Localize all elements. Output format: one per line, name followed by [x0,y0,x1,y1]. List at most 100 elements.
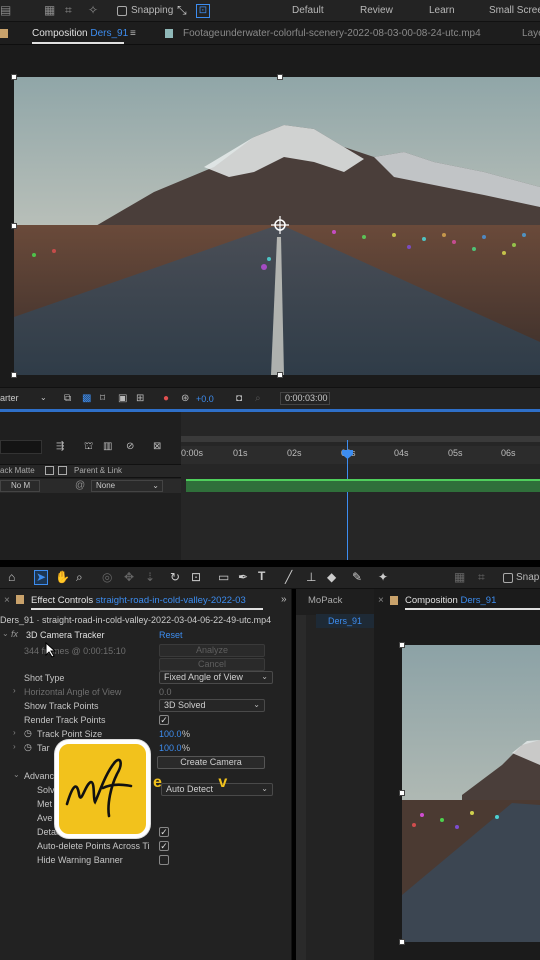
pan-tool-icon[interactable]: ✥ [124,571,134,583]
pick-whip-icon[interactable]: @ [75,480,85,492]
current-time-display[interactable]: 0:00:03:00 [280,392,330,405]
color-management-icon[interactable]: ⊛ [181,393,189,405]
stopwatch-icon[interactable]: ◷ [24,742,32,753]
tab-composition[interactable]: Composition Ders_91 [32,28,128,39]
detailed-analysis-checkbox[interactable]: ✓ [159,827,169,837]
twirl-closed-icon[interactable]: › [13,686,16,695]
layer-handle[interactable] [11,372,17,378]
tab-layers[interactable]: Laye [522,28,540,39]
exposure-value[interactable]: +0.0 [196,394,214,404]
tab-effect-controls[interactable]: Effect Controls straight-road-in-cold-va… [31,595,246,606]
cancel-button[interactable]: Cancel [159,658,265,671]
transparency-grid-icon[interactable]: ▩ [82,393,91,405]
effect-header-row[interactable]: ⌄ fx 3D Camera Tracker Reset [0,629,292,643]
motion-blur-icon[interactable]: ⊘ [126,441,134,453]
dolly-tool-icon[interactable]: ⇣ [145,571,155,583]
clone-stamp-tool-icon[interactable]: ⊥ [306,571,316,583]
twirl-closed-icon[interactable]: › [13,728,16,737]
stopwatch-icon[interactable]: ◷ [24,728,32,739]
graph-editor-icon[interactable]: ⊠ [153,441,161,453]
layer-handle[interactable] [11,74,17,80]
twirl-open-icon[interactable]: ⌄ [13,770,20,779]
hand-tool-icon[interactable]: ✋ [55,571,70,583]
roto-brush-tool-icon[interactable]: ✎ [352,571,362,583]
shot-type-row: Shot Type Fixed Angle of View ⌄ [0,671,292,686]
track-point-size-value[interactable]: 100.0 [159,729,182,739]
target-size-value[interactable]: 100.0 [159,743,182,753]
time-ruler[interactable]: 0:00s 01s 02s 03s 04s 05s 06s [181,446,540,464]
snapping-checkbox[interactable] [503,573,513,583]
render-track-points-checkbox[interactable]: ✓ [159,715,169,725]
composition-canvas[interactable] [14,77,540,375]
layer-handle[interactable] [399,790,405,796]
show-track-points-dropdown[interactable]: 3D Solved ⌄ [159,699,265,712]
layer-handle[interactable] [399,642,405,648]
grid-guides-icon[interactable]: ⊞ [136,393,144,405]
workspace-default[interactable]: Default [292,5,324,16]
frame-blending-icon[interactable]: ▥ [103,441,112,453]
tool-icon[interactable]: ▤ [0,4,11,16]
workspace-learn[interactable]: Learn [429,5,455,16]
show-snapshot-icon[interactable]: ⌕ [255,393,261,405]
reset-link[interactable]: Reset [159,630,183,640]
tab-menu-icon[interactable]: ≡ [130,28,136,39]
hide-warning-checkbox[interactable] [159,855,169,865]
snap-grid-icon[interactable]: ▦ [44,4,55,16]
layer-duration-bar[interactable] [186,479,540,492]
track-matte-dropdown[interactable]: No M [0,480,40,492]
analyze-button[interactable]: Analyze [159,644,265,657]
snapshot-camera-icon[interactable]: ◘ [236,393,242,405]
shot-type-dropdown[interactable]: Fixed Angle of View ⌄ [159,671,273,684]
parent-dropdown[interactable]: None ⌄ [91,480,163,492]
rectangle-tool-icon[interactable]: ▭ [218,571,229,583]
work-area-bar[interactable] [181,436,540,442]
mask-visibility-icon[interactable]: ⌑ [100,393,105,405]
layer-handle[interactable] [11,223,17,229]
panel-overflow-icon[interactable]: » [281,594,287,605]
puppet-tool-icon[interactable]: ✦ [378,571,388,583]
close-icon[interactable]: × [378,595,384,606]
snap-focus-icon[interactable]: ⊡ [196,4,210,18]
renderer-dropdown[interactable]: arter ⌄ [0,393,50,403]
channel-icon[interactable]: ● [163,393,169,405]
tab-mopack[interactable]: MoPack [308,595,342,606]
pen-tool-icon[interactable]: ✒ [238,571,248,583]
snap-grid-icon[interactable]: ▦ [454,571,465,583]
hfov-value[interactable]: 0.0 [159,687,172,697]
snap-target-icon[interactable]: ✧ [88,4,98,16]
snap-feather-icon[interactable]: ⤡ [177,4,187,16]
chevron-down-icon: ⌄ [261,784,268,793]
home-icon[interactable]: ⌂ [8,571,15,583]
tab-footage-label[interactable]: Footage [183,28,220,39]
brush-tool-icon[interactable]: ╱ [285,571,292,583]
workspace-review[interactable]: Review [360,5,393,16]
type-tool-icon[interactable]: T [258,570,265,582]
composition-mini-flowchart-icon[interactable]: ⇶ [56,441,64,453]
eraser-tool-icon[interactable]: ◆ [327,571,336,583]
auto-delete-checkbox[interactable]: ✓ [159,841,169,851]
fx-icon[interactable]: fx [11,629,18,639]
composition-canvas-2[interactable] [402,645,540,942]
layer-handle[interactable] [399,939,405,945]
selection-tool-icon[interactable]: ➤ [34,570,48,585]
snapping-checkbox[interactable] [117,6,127,16]
workspace-small-screen[interactable]: Small Screen [489,5,540,16]
snap-edge-icon[interactable]: ⌗ [478,571,485,583]
layer-handle[interactable] [277,74,283,80]
timeline-search-input[interactable] [0,440,42,454]
create-camera-button[interactable]: Create Camera [157,756,265,769]
pan-behind-tool-icon[interactable]: ⊡ [191,571,201,583]
rotation-tool-icon[interactable]: ↻ [170,571,180,583]
orbit-tool-icon[interactable]: ◎ [102,571,112,583]
twirl-open-icon[interactable]: ⌄ [2,629,9,638]
comp-nav-ders91[interactable]: Ders_91 [316,614,374,628]
twirl-closed-icon[interactable]: › [13,742,16,751]
draft-3d-icon[interactable]: ⛫ [84,441,93,453]
tab-composition-2[interactable]: Composition Ders_91 [405,595,496,606]
layer-handle[interactable] [277,372,283,378]
region-of-interest-icon[interactable]: ▣ [118,393,127,405]
close-icon[interactable]: × [4,595,10,606]
fast-preview-icon[interactable]: ⧉ [64,393,71,405]
snap-edge-icon[interactable]: ⌗ [65,4,72,16]
zoom-tool-icon[interactable]: ⌕ [76,571,83,583]
